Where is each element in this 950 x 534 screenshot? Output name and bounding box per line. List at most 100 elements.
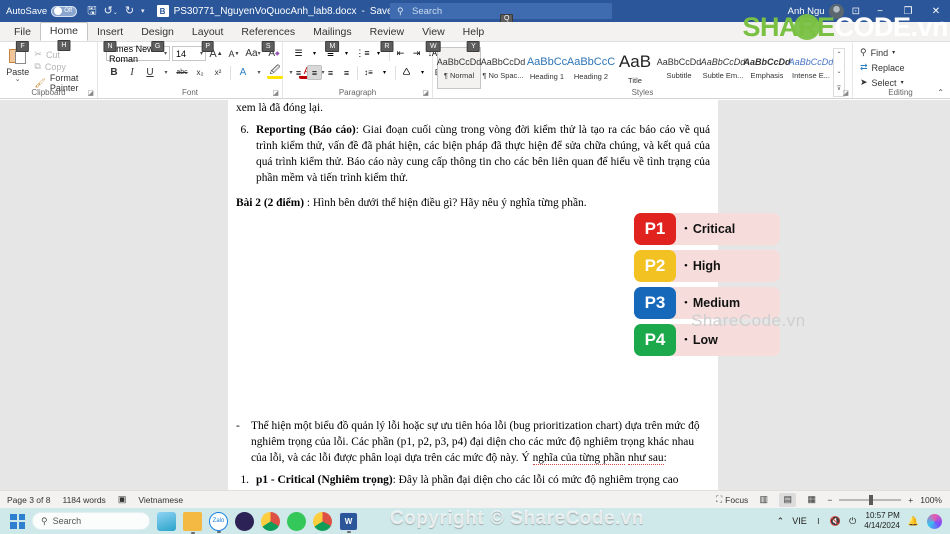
style-heading-1[interactable]: AaBbCc Heading 1 — [525, 47, 569, 89]
tab-insert[interactable]: Insert N — [88, 24, 132, 52]
zoom-out-button[interactable]: − — [827, 495, 832, 505]
text-effects-caret-icon[interactable]: ▾ — [253, 65, 265, 80]
file-explorer-icon[interactable] — [183, 511, 202, 534]
minimize-button[interactable]: − — [866, 0, 894, 22]
language-indicator[interactable]: VIE — [792, 516, 807, 526]
numbering-caret-icon[interactable]: ▾ — [339, 46, 354, 61]
styles-scroll-down-icon[interactable]: ⌄ — [834, 66, 844, 79]
chrome-icon[interactable] — [261, 511, 280, 531]
zoom-slider-thumb[interactable] — [869, 494, 874, 505]
restore-button[interactable]: ❐ — [894, 0, 922, 22]
style-subtitle[interactable]: AaBbCcDd Subtitle — [657, 47, 702, 89]
battery-icon[interactable]: ⏻ — [849, 516, 856, 527]
style-normal[interactable]: AaBbCcDd ¶ Normal — [437, 47, 481, 89]
notification-bell-icon[interactable]: 🔔 — [908, 516, 919, 527]
volume-muted-icon[interactable]: 🔇 — [830, 516, 841, 527]
increase-indent-icon[interactable]: ⇥ — [409, 46, 424, 61]
web-layout-icon[interactable]: ▦ — [803, 493, 820, 507]
mindmap-icon[interactable] — [287, 511, 306, 531]
ribbon-display-options-icon[interactable]: ⊡ — [852, 6, 860, 17]
language-indicator[interactable]: Vietnamese — [138, 495, 183, 505]
paragraph-dialog-launcher[interactable]: ◪ — [422, 89, 429, 97]
zalo-icon[interactable]: Zalo — [209, 511, 228, 533]
document-area[interactable]: xem là đã đóng lại. 6. Reporting (Báo cá… — [0, 100, 950, 490]
subscript-button[interactable]: x₂ — [192, 65, 208, 80]
eclipse-icon[interactable] — [235, 511, 254, 531]
bullets-icon[interactable]: ☰ — [291, 46, 306, 61]
select-caret-icon[interactable]: ▾ — [901, 79, 904, 86]
font-name-caret-icon[interactable]: ▾ — [164, 50, 169, 57]
tab-mailings[interactable]: Mailings M — [304, 24, 361, 52]
search-area[interactable]: ⚲ Q — [390, 3, 612, 23]
zoom-level[interactable]: 100% — [920, 495, 942, 505]
customize-quick-access-icon[interactable]: ▾ — [141, 8, 145, 15]
tab-help[interactable]: Help Y — [454, 24, 494, 52]
collapse-ribbon-icon[interactable]: ⌃ — [937, 88, 944, 97]
justify-icon[interactable]: ≡ — [339, 65, 354, 80]
find-caret-icon[interactable]: ▾ — [892, 49, 895, 56]
shading-caret-icon[interactable]: ▾ — [415, 65, 430, 80]
tab-file[interactable]: File F — [5, 24, 40, 52]
superscript-button[interactable]: x² — [210, 65, 226, 80]
proofing-errors-icon[interactable]: ▣ — [118, 494, 127, 505]
copilot-icon[interactable] — [927, 513, 942, 529]
tab-home[interactable]: Home H — [39, 22, 88, 51]
shading-icon[interactable]: 🛆 — [399, 65, 414, 80]
decrease-indent-icon[interactable]: ⇤ — [393, 46, 408, 61]
tab-design[interactable]: Design G — [132, 24, 183, 52]
autosave-toggle[interactable]: Off — [51, 5, 78, 17]
styles-scroll-up-icon[interactable]: ⌃ — [834, 49, 844, 62]
autosave-control[interactable]: AutoSave Off — [6, 5, 78, 17]
clipboard-dialog-launcher[interactable]: ◪ — [87, 89, 94, 97]
word-count[interactable]: 1184 words — [62, 495, 105, 505]
align-center-icon[interactable]: ≡ — [307, 65, 322, 80]
find-button[interactable]: ⚲ Find ▾ — [857, 46, 898, 59]
document-text[interactable]: xem là đã đóng lại. 6. Reporting (Báo cá… — [236, 100, 805, 490]
tray-expand-icon[interactable]: ⌃ — [777, 516, 785, 527]
avatar[interactable] — [828, 3, 844, 19]
line-spacing-caret-icon[interactable]: ▾ — [377, 65, 392, 80]
save-icon[interactable]: 🖫 — [87, 5, 96, 17]
styles-dialog-launcher[interactable]: ◪ — [842, 89, 849, 97]
focus-mode-button[interactable]: ⛶ Focus — [716, 494, 748, 505]
style-emphasis[interactable]: AaBbCcDd Emphasis — [744, 47, 791, 89]
style-no-spacing[interactable]: AaBbCcDd ¶ No Spac... — [481, 47, 526, 89]
tab-view[interactable]: View W — [413, 24, 454, 52]
strikethrough-button[interactable]: abc — [174, 65, 190, 80]
zoom-in-button[interactable]: + — [908, 495, 913, 505]
redo-icon[interactable]: ↻ — [125, 5, 134, 17]
bullets-caret-icon[interactable]: ▾ — [307, 46, 322, 61]
word-icon[interactable]: W — [339, 511, 358, 533]
wifi-icon[interactable]: ⏽ — [815, 516, 822, 527]
align-right-icon[interactable]: ≡ — [323, 65, 338, 80]
style-subtle-emphasis[interactable]: AaBbCcDd Subtle Em... — [701, 47, 746, 89]
underline-caret-icon[interactable]: ▾ — [160, 65, 172, 80]
undo-icon[interactable]: ↺⌄ — [104, 5, 118, 17]
multilevel-list-icon[interactable]: ⋮≡ — [355, 46, 370, 61]
italic-button[interactable]: I — [124, 65, 140, 80]
paste-caret-icon[interactable]: ⌄ — [15, 76, 21, 83]
line-spacing-icon[interactable]: ↕≡ — [361, 65, 376, 80]
font-dialog-launcher[interactable]: ◪ — [272, 89, 279, 97]
taskbar-search[interactable]: ⚲ Search — [32, 512, 150, 530]
replace-button[interactable]: ⇄ Replace — [857, 61, 908, 74]
bold-button[interactable]: B — [106, 65, 122, 80]
copy-button[interactable]: ⧉ Copy — [31, 61, 93, 72]
windows-start-icon[interactable] — [10, 513, 25, 529]
tab-layout[interactable]: Layout P — [183, 24, 233, 52]
highlight-color-icon[interactable]: 🖉 — [267, 65, 283, 79]
chrome-profile-icon[interactable] — [313, 511, 332, 531]
style-heading-2[interactable]: AaBbCcC Heading 2 — [567, 47, 615, 89]
shrink-font-icon[interactable]: A ▼ — [226, 46, 242, 61]
tab-references[interactable]: References S — [232, 24, 304, 52]
zoom-slider[interactable] — [839, 494, 902, 505]
page-indicator[interactable]: Page 3 of 8 — [7, 495, 50, 505]
text-effects-icon[interactable]: A — [235, 65, 251, 80]
clock[interactable]: 10:57 PM 4/14/2024 — [864, 511, 900, 531]
style-intense-emphasis[interactable]: AaBbCcDd Intense E... — [789, 47, 834, 89]
widgets-weather-icon[interactable] — [157, 511, 176, 531]
print-layout-icon[interactable]: ▤ — [779, 492, 797, 507]
style-title[interactable]: AaB Title — [613, 47, 657, 89]
align-left-icon[interactable]: ≡ — [291, 65, 306, 80]
close-button[interactable]: ✕ — [922, 0, 950, 22]
